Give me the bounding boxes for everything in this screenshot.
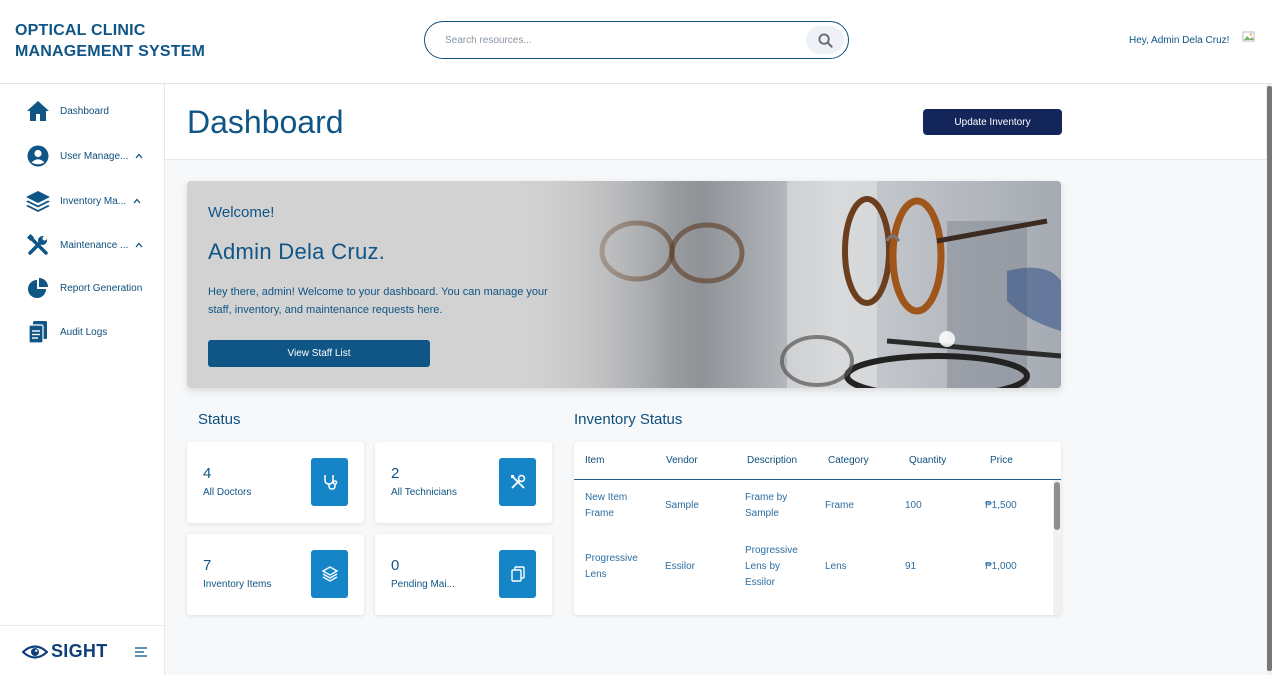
card-label: All Doctors bbox=[203, 487, 252, 498]
cell-quantity: 91 bbox=[905, 561, 917, 572]
search-bar bbox=[424, 21, 849, 59]
sidebar: Dashboard User Manage... Inventory Ma...… bbox=[0, 84, 165, 675]
table-scrollbar-thumb[interactable] bbox=[1054, 482, 1060, 530]
welcome-banner: Welcome! Admin Dela Cruz. Hey there, adm… bbox=[187, 181, 1061, 388]
inventory-table: Item Vendor Description Category Quantit… bbox=[574, 442, 1061, 615]
sidebar-item-label: User Manage... bbox=[60, 150, 129, 162]
sidebar-item-label: Dashboard bbox=[60, 105, 109, 117]
cell-item: New Item Frame bbox=[585, 492, 628, 519]
search-input[interactable] bbox=[445, 31, 805, 49]
column-header-price[interactable]: Price bbox=[990, 455, 1013, 466]
sight-logo[interactable]: SIGHT bbox=[22, 641, 108, 662]
cell-category: Lens bbox=[825, 561, 847, 572]
inventory-status-title: Inventory Status bbox=[574, 411, 683, 428]
column-header-category[interactable]: Category bbox=[828, 455, 869, 466]
cell-description: Frame by Sample bbox=[745, 492, 788, 519]
status-card-doctors[interactable]: 4 All Doctors bbox=[187, 442, 364, 523]
card-label: All Technicians bbox=[391, 487, 457, 498]
search-button[interactable] bbox=[806, 26, 844, 54]
app-title: OPTICAL CLINIC MANAGEMENT SYSTEM bbox=[15, 20, 205, 62]
welcome-heading: Welcome! bbox=[208, 204, 275, 221]
layers-icon bbox=[24, 187, 52, 215]
column-header-vendor[interactable]: Vendor bbox=[666, 455, 698, 466]
status-card-technicians[interactable]: 2 All Technicians bbox=[375, 442, 552, 523]
column-header-description[interactable]: Description bbox=[747, 455, 797, 466]
inventory-icon-button[interactable] bbox=[311, 550, 348, 598]
view-staff-list-button[interactable]: View Staff List bbox=[208, 340, 430, 367]
avatar[interactable] bbox=[1242, 31, 1258, 45]
menu-toggle-icon[interactable] bbox=[134, 646, 148, 658]
search-icon bbox=[817, 32, 833, 48]
cell-quantity: 100 bbox=[905, 500, 922, 511]
cell-price: ₱1,000 bbox=[985, 561, 1017, 572]
sidebar-item-label: Inventory Ma... bbox=[60, 195, 127, 207]
sidebar-item-label: Audit Logs bbox=[60, 326, 108, 338]
sidebar-item-maintenance[interactable]: Maintenance ... bbox=[24, 231, 144, 259]
cell-price: ₱1,500 bbox=[985, 500, 1017, 511]
sidebar-item-inventory-management[interactable]: Inventory Ma... bbox=[24, 187, 142, 215]
column-header-quantity[interactable]: Quantity bbox=[909, 455, 946, 466]
cell-description: Progressive Lens by Essilor bbox=[745, 545, 798, 588]
user-greeting: Hey, Admin Dela Cruz! bbox=[1129, 35, 1230, 46]
status-title: Status bbox=[198, 411, 241, 428]
clipboard-icon bbox=[24, 318, 52, 346]
sidebar-item-label: Report Generation bbox=[60, 282, 143, 294]
page-scrollbar-thumb[interactable] bbox=[1267, 86, 1272, 671]
eye-icon bbox=[22, 644, 48, 659]
sidebar-item-audit-logs[interactable]: Audit Logs bbox=[24, 318, 107, 346]
column-header-item[interactable]: Item bbox=[585, 455, 604, 466]
technicians-icon-button[interactable] bbox=[499, 458, 536, 506]
sidebar-item-user-management[interactable]: User Manage... bbox=[24, 142, 144, 170]
chevron-up-icon[interactable] bbox=[132, 196, 142, 206]
tools-icon bbox=[510, 474, 525, 489]
sidebar-footer: SIGHT bbox=[0, 625, 165, 675]
page-header: Dashboard Update Inventory bbox=[165, 84, 1266, 160]
eyeglasses-display-image bbox=[507, 181, 1061, 388]
cell-item: Progressive Lens bbox=[585, 553, 638, 580]
page-title: Dashboard bbox=[187, 104, 344, 140]
card-label: Inventory Items bbox=[203, 579, 272, 590]
cell-vendor: Sample bbox=[665, 500, 699, 511]
welcome-user-name: Admin Dela Cruz. bbox=[208, 239, 386, 264]
sidebar-item-report-generation[interactable]: Report Generation bbox=[24, 274, 142, 302]
welcome-description: Hey there, admin! Welcome to your dashbo… bbox=[208, 286, 548, 316]
status-card-inventory[interactable]: 7 Inventory Items bbox=[187, 534, 364, 615]
app-title-line1: OPTICAL CLINIC bbox=[15, 22, 146, 39]
card-label: Pending Mai... bbox=[391, 579, 455, 590]
tools-icon bbox=[24, 231, 52, 259]
copy-icon bbox=[510, 566, 525, 582]
pending-maintenance-icon-button[interactable] bbox=[499, 550, 536, 598]
pie-chart-icon bbox=[24, 274, 52, 302]
table-header: Item Vendor Description Category Quantit… bbox=[574, 442, 1061, 480]
card-count: 7 bbox=[203, 557, 212, 574]
home-icon bbox=[24, 97, 52, 125]
doctors-icon-button[interactable] bbox=[311, 458, 348, 506]
layers-icon bbox=[321, 566, 338, 582]
top-header: OPTICAL CLINIC MANAGEMENT SYSTEM Hey, Ad… bbox=[0, 0, 1272, 84]
sidebar-item-dashboard[interactable]: Dashboard bbox=[24, 97, 109, 125]
card-count: 4 bbox=[203, 465, 212, 482]
cell-vendor: Essilor bbox=[665, 561, 696, 572]
main-content: Dashboard Update Inventory Welcome! Admi… bbox=[165, 84, 1266, 675]
app-title-line2: MANAGEMENT SYSTEM bbox=[15, 43, 206, 60]
chevron-up-icon[interactable] bbox=[134, 151, 144, 161]
card-count: 2 bbox=[391, 465, 400, 482]
chevron-up-icon[interactable] bbox=[134, 240, 144, 250]
stethoscope-icon bbox=[323, 475, 337, 490]
status-card-pending-maintenance[interactable]: 0 Pending Mai... bbox=[375, 534, 552, 615]
user-circle-icon bbox=[24, 142, 52, 170]
card-count: 0 bbox=[391, 557, 400, 574]
sidebar-item-label: Maintenance ... bbox=[60, 239, 129, 251]
cell-category: Frame bbox=[825, 500, 854, 511]
update-inventory-button[interactable]: Update Inventory bbox=[923, 109, 1062, 135]
logo-text: SIGHT bbox=[51, 641, 108, 661]
